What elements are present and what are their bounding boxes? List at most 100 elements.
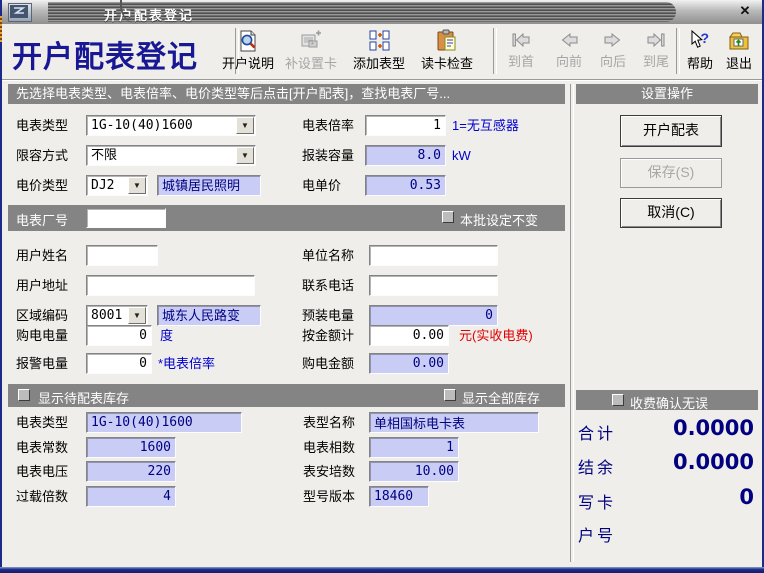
overload-field [86,486,176,507]
go-last-button[interactable]: 到尾 [634,28,678,76]
panel-divider [570,84,574,562]
supplement-card-button[interactable]: * 补设置卡 [280,28,342,76]
add-meter-model-button[interactable]: 添加表型 [348,28,410,76]
toolbar-button-label: 开户说明 [217,53,279,72]
phases-field [369,437,459,458]
confirm-bar: 收费确认无误 [576,390,758,410]
phone-input[interactable] [369,275,498,296]
multiplier-label: 电表倍率 [302,115,354,136]
price-type-name-tag: 城镇居民照明 [157,175,261,196]
open-account-help-button[interactable]: 开户说明 [217,28,279,76]
exit-button[interactable]: 退出 [719,28,759,76]
toolbar-button-label: 退出 [719,53,759,72]
alarm-energy-note: *电表倍率 [158,353,215,374]
close-button[interactable]: ✕ [736,2,754,20]
alarm-energy-input[interactable] [86,353,152,374]
buy-amount-field [369,353,449,374]
stock-meter-type-field [86,412,242,433]
first-record-icon [499,29,543,51]
balance-value: 0.0000 [584,450,754,474]
factory-number-bar: 电表厂号 本批设定不变 [8,205,565,231]
instruction-text: 先选择电表类型、电表倍率、电价类型等后点击[开户配表]，查找电表厂号... [16,86,450,101]
help-button[interactable]: ? 帮助 [680,28,720,76]
voltage-label: 电表电压 [16,461,68,482]
multiplier-input[interactable] [365,115,446,136]
price-type-label: 电价类型 [16,175,68,196]
meter-const-field [86,437,176,458]
go-next-button[interactable]: 向后 [591,28,635,76]
svg-text:?: ? [701,30,710,46]
last-record-icon [634,29,678,51]
toolbar: 开户配表登记 开户说明 * 补设置卡 添加表型 读卡检查 [2,24,762,81]
write-card-value: 0 [584,485,754,509]
area-code-combobox[interactable]: 8001 ▼ [86,305,148,326]
svg-text:*: * [311,42,314,49]
area-code-label: 区域编码 [16,305,68,326]
factory-number-input[interactable] [86,208,166,228]
user-name-label: 用户姓名 [16,245,68,266]
unit-price-label: 电单价 [302,175,341,196]
capacity-unit-note: kW [452,145,471,166]
meter-type-label: 电表类型 [16,115,68,136]
buy-energy-unit-note: 度 [160,325,173,346]
title-bar[interactable]: 开户配表登记 ✕ [2,0,762,24]
toolbar-separator [493,28,497,74]
limit-mode-value: 不限 [91,147,117,164]
chevron-down-icon[interactable]: ▼ [128,307,146,324]
batch-fixed-checkbox[interactable] [442,211,454,223]
overload-label: 过载倍数 [16,486,68,507]
chevron-down-icon[interactable]: ▼ [236,117,254,134]
model-version-field [369,486,429,507]
setup-card-icon: * [280,29,342,53]
document-magnifier-icon [217,29,279,53]
chevron-down-icon[interactable]: ▼ [128,177,146,194]
limit-mode-combobox[interactable]: 不限 ▼ [86,145,256,166]
show-all-stock-checkbox[interactable] [444,389,456,401]
go-first-button[interactable]: 到首 [499,28,543,76]
by-amount-input[interactable] [369,325,449,346]
toolbar-button-label: 补设置卡 [280,53,342,72]
model-name-label: 表型名称 [303,412,355,433]
by-amount-label: 按金额计 [302,325,354,346]
buy-amount-label: 购电金额 [302,353,354,374]
app-window: 开户配表登记 ✕ 开户配表登记 开户说明 * 补设置卡 添加表型 [0,0,764,573]
title-bar-curve [120,0,162,24]
show-all-stock-label: 显示全部库存 [462,388,540,407]
address-input[interactable] [86,275,255,296]
read-card-check-button[interactable]: 读卡检查 [416,28,478,76]
cancel-button[interactable]: 取消(C) [620,198,722,228]
app-logo-icon [8,3,32,22]
voltage-field [86,461,176,482]
preset-energy-field [369,305,498,326]
meter-type-combobox[interactable]: 1G-10(40)1600 ▼ [86,115,256,136]
buy-energy-input[interactable] [86,325,152,346]
address-label: 用户地址 [16,275,68,296]
price-type-combobox[interactable]: DJ2 ▼ [86,175,148,196]
area-name-tag: 城东人民路变 [157,305,261,326]
multiplier-note: 1=无互感器 [452,115,519,136]
chevron-down-icon[interactable]: ▼ [236,147,254,164]
window-border-left [0,0,2,573]
fee-confirm-checkbox[interactable] [612,394,624,406]
by-amount-note: 元(实收电费) [459,325,533,346]
inventory-bar: 显示待配表库存 显示全部库存 [8,384,565,407]
toolbar-button-label: 到尾 [634,51,678,70]
org-name-label: 单位名称 [302,245,354,266]
previous-record-icon [547,29,591,51]
show-pending-stock-label: 显示待配表库存 [38,388,129,407]
stock-meter-type-label: 电表类型 [16,412,68,433]
toolbar-button-label: 向前 [547,51,591,70]
area-code-value: 8001 [91,307,122,324]
show-pending-stock-checkbox[interactable] [18,389,30,401]
open-account-config-button[interactable]: 开户配表 [620,115,722,147]
user-name-input[interactable] [86,245,158,266]
toolbar-button-label: 添加表型 [348,53,410,72]
clipboard-icon [416,29,478,53]
save-button[interactable]: 保存(S) [620,158,722,188]
ops-panel-header: 设置操作 [576,84,758,104]
org-name-input[interactable] [369,245,498,266]
go-previous-button[interactable]: 向前 [547,28,591,76]
instruction-bar: 先选择电表类型、电表倍率、电价类型等后点击[开户配表]，查找电表厂号... [8,84,565,104]
buy-energy-label: 购电电量 [16,325,68,346]
toolbar-button-label: 读卡检查 [416,53,478,72]
